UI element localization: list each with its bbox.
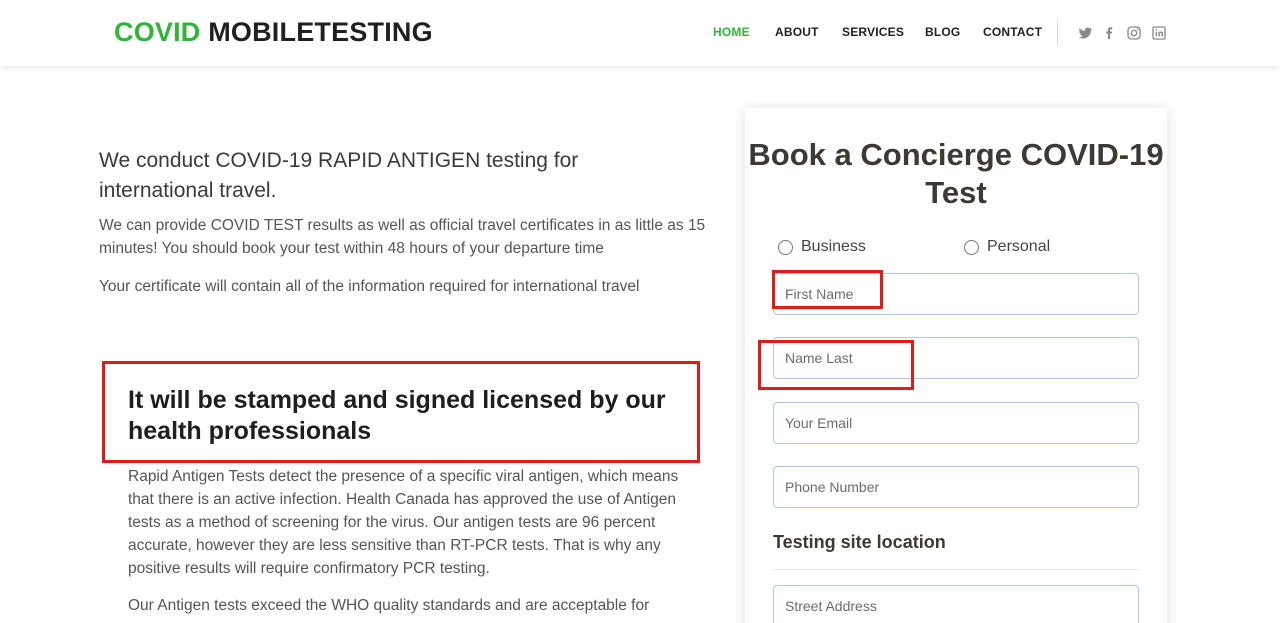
nav-contact[interactable]: CONTACT bbox=[983, 25, 1042, 39]
booking-title: Book a Concierge COVID-19 Test bbox=[748, 137, 1164, 210]
radio-personal[interactable]: Personal bbox=[964, 237, 1050, 257]
instagram-icon[interactable] bbox=[1126, 25, 1142, 41]
highlight-box-last-name bbox=[758, 340, 914, 390]
nav-services[interactable]: SERVICES bbox=[842, 25, 904, 39]
radio-personal-label: Personal bbox=[987, 238, 1051, 255]
street-address-input[interactable] bbox=[774, 586, 1138, 623]
phone-input[interactable] bbox=[774, 467, 1138, 507]
intro-paragraph: We can provide COVID TEST results as wel… bbox=[99, 217, 706, 257]
street-address-field[interactable] bbox=[773, 585, 1139, 623]
site-header: COVID MOBILETESTING HOME ABOUT SERVICES … bbox=[0, 0, 1280, 66]
email-input[interactable] bbox=[774, 403, 1138, 443]
nav-home[interactable]: HOME bbox=[713, 25, 750, 39]
twitter-icon[interactable] bbox=[1077, 25, 1093, 41]
nav-divider bbox=[1057, 21, 1058, 45]
stamp-heading: It will be stamped and signed licensed b… bbox=[128, 386, 666, 445]
site-logo[interactable]: COVID MOBILETESTING bbox=[114, 17, 433, 48]
radio-business-label: Business bbox=[801, 238, 866, 255]
testing-site-heading: Testing site location bbox=[773, 532, 946, 552]
radio-personal-circle[interactable] bbox=[964, 239, 979, 255]
logo-text: MOBILETESTING bbox=[200, 17, 433, 47]
radio-business-circle[interactable] bbox=[778, 239, 793, 255]
nav-about[interactable]: ABOUT bbox=[775, 25, 819, 39]
nav-blog[interactable]: BLOG bbox=[925, 25, 960, 39]
facebook-icon[interactable] bbox=[1101, 25, 1117, 41]
highlight-box-first-name bbox=[772, 270, 883, 309]
logo-accent: COVID bbox=[114, 17, 201, 47]
email-field[interactable] bbox=[773, 402, 1139, 444]
section-divider bbox=[773, 569, 1139, 570]
who-standards-paragraph: Our Antigen tests exceed the WHO quality… bbox=[128, 597, 650, 614]
radio-business[interactable]: Business bbox=[778, 237, 866, 257]
antigen-paragraph: Rapid Antigen Tests detect the presence … bbox=[128, 468, 679, 577]
linkedin-icon[interactable] bbox=[1151, 25, 1167, 41]
intro-heading: We conduct COVID-19 RAPID ANTIGEN testin… bbox=[99, 149, 579, 202]
certificate-paragraph: Your certificate will contain all of the… bbox=[99, 278, 640, 295]
phone-field[interactable] bbox=[773, 466, 1139, 508]
